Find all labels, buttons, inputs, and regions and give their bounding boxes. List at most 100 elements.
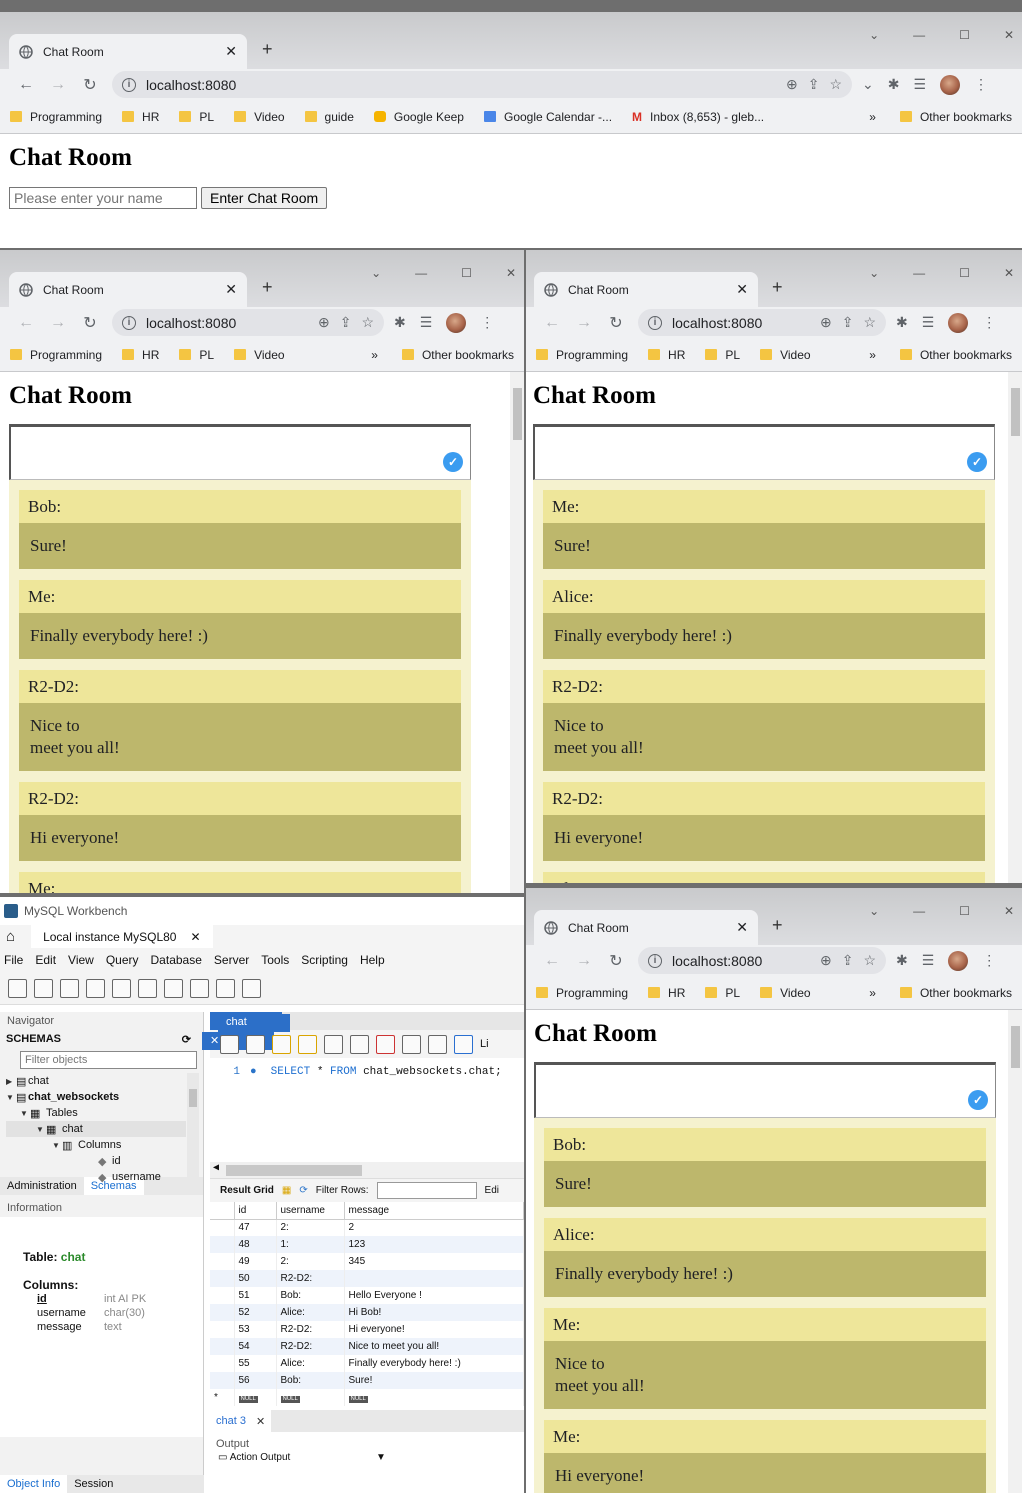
explain-icon[interactable]: [324, 1034, 343, 1054]
new-tab-button[interactable]: +: [262, 39, 273, 60]
new-tab-button[interactable]: +: [262, 277, 273, 298]
filter-rows-input[interactable]: [376, 1182, 477, 1199]
address-bar[interactable]: i localhost:8080 ⊕ ⇪ ☆: [638, 947, 886, 974]
forward-icon[interactable]: →: [568, 314, 600, 332]
menu-server[interactable]: Server: [210, 953, 257, 967]
minimize-button[interactable]: —: [913, 266, 925, 280]
new-tab-button[interactable]: +: [772, 915, 783, 936]
filter-objects-input[interactable]: Filter objects: [20, 1051, 197, 1069]
editor-hscrollbar[interactable]: ◀: [210, 1162, 524, 1178]
tree-item-id[interactable]: ◆ id: [6, 1153, 203, 1169]
reload-icon[interactable]: ↻: [74, 75, 106, 95]
table-row[interactable]: 51 Bob: Hello Everyone !: [210, 1287, 524, 1304]
result-grid-label[interactable]: Result Grid: [220, 1185, 274, 1196]
refresh-icon[interactable]: ⟳: [182, 1033, 191, 1046]
reading-list-icon[interactable]: ☰: [420, 314, 433, 331]
extensions-icon[interactable]: ✱: [896, 314, 908, 331]
browser-tab[interactable]: Chat Room ✕: [534, 272, 758, 307]
bookmark-pl[interactable]: PL: [179, 348, 214, 362]
share-icon[interactable]: ⇪: [842, 952, 854, 969]
table-row[interactable]: 48 1: 123: [210, 1236, 524, 1253]
forward-icon[interactable]: →: [42, 314, 74, 332]
extensions-icon[interactable]: ✱: [888, 76, 900, 93]
sql-tab-chat[interactable]: chat ✕: [202, 1012, 290, 1050]
bookmark-video[interactable]: Video: [234, 348, 285, 362]
other-bookmarks[interactable]: Other bookmarks: [401, 348, 514, 362]
close-tab-icon[interactable]: ✕: [736, 281, 748, 298]
menu-file[interactable]: File: [0, 953, 31, 967]
bookmark-programming[interactable]: Programming: [536, 348, 628, 362]
page-scrollbar[interactable]: [1008, 1010, 1022, 1493]
send-check-icon[interactable]: ✓: [968, 1090, 988, 1110]
new-tab-button[interactable]: +: [772, 277, 783, 298]
maximize-button[interactable]: ☐: [959, 904, 970, 918]
profile-avatar[interactable]: [948, 950, 969, 971]
zoom-icon[interactable]: ⊕: [786, 76, 798, 93]
execute-lightning-icon[interactable]: [272, 1034, 291, 1054]
close-tab-icon[interactable]: ✕: [190, 930, 200, 944]
chevron-down-icon[interactable]: ▼: [6, 1093, 16, 1102]
menu-scripting[interactable]: Scripting: [297, 953, 356, 967]
zoom-icon[interactable]: ⊕: [820, 314, 832, 331]
share-icon[interactable]: ⇪: [808, 76, 820, 93]
message-composer[interactable]: ✓: [9, 424, 471, 480]
chevron-down-icon[interactable]: ▼: [52, 1141, 62, 1150]
create-function-icon[interactable]: [190, 978, 209, 998]
close-window-button[interactable]: ✕: [1004, 904, 1014, 918]
address-bar[interactable]: i localhost:8080 ⊕ ⇪ ☆: [638, 309, 886, 336]
grid-view-icon[interactable]: ▦: [282, 1185, 291, 1196]
zoom-icon[interactable]: ⊕: [318, 314, 330, 331]
refresh-icon[interactable]: ⟳: [299, 1185, 307, 1196]
tree-item-tables[interactable]: ▼ ▦ Tables: [6, 1105, 203, 1121]
send-check-icon[interactable]: ✓: [967, 452, 987, 472]
tree-item-chat-table[interactable]: ▼ ▦ chat: [6, 1121, 186, 1137]
close-window-button[interactable]: ✕: [506, 266, 516, 280]
save-icon[interactable]: [246, 1034, 265, 1054]
table-row[interactable]: 52 Alice: Hi Bob!: [210, 1304, 524, 1321]
other-bookmarks[interactable]: Other bookmarks: [899, 110, 1012, 124]
table-row[interactable]: 56 Bob: Sure!: [210, 1372, 524, 1389]
toggle-error-icon[interactable]: [376, 1034, 395, 1054]
bookmark-hr[interactable]: HR: [122, 348, 159, 362]
menu-icon[interactable]: ⋮: [480, 314, 494, 331]
search-table-data-icon[interactable]: [216, 978, 235, 998]
edit-label[interactable]: Edi: [485, 1185, 499, 1196]
scroll-left-icon[interactable]: ◀: [210, 1163, 219, 1174]
scrollbar-thumb[interactable]: [513, 388, 522, 440]
menu-tools[interactable]: Tools: [257, 953, 297, 967]
chevron-right-icon[interactable]: ▶: [6, 1077, 16, 1086]
bookmark-hr[interactable]: HR: [122, 110, 159, 124]
new-row[interactable]: * NULL NULL NULL: [210, 1389, 524, 1406]
bookmark-video[interactable]: Video: [760, 986, 811, 1000]
bookmark-inbox[interactable]: M Inbox (8,653) - gleb...: [632, 110, 764, 124]
bookmark-pl[interactable]: PL: [705, 986, 740, 1000]
close-tab-icon[interactable]: ✕: [225, 281, 237, 298]
open-sql-script-icon[interactable]: [34, 978, 53, 998]
chevron-down-icon[interactable]: ▼: [36, 1125, 46, 1134]
chevron-down-icon[interactable]: ▼: [20, 1109, 30, 1118]
result-tab-chat3[interactable]: chat 3 ✕: [210, 1410, 272, 1432]
page-scrollbar[interactable]: [510, 372, 524, 893]
column-header-username[interactable]: username: [276, 1202, 345, 1220]
bookmarks-overflow[interactable]: »: [869, 348, 876, 362]
tree-item-chat-websockets[interactable]: ▼ ▤ chat_websockets: [6, 1089, 203, 1105]
menu-edit[interactable]: Edit: [31, 953, 64, 967]
home-icon[interactable]: ⌂: [6, 928, 15, 945]
browser-tab[interactable]: Chat Room ✕: [9, 272, 247, 307]
site-info-icon[interactable]: i: [122, 77, 136, 92]
bookmark-google-calendar[interactable]: Google Calendar -...: [483, 110, 612, 124]
reading-list-icon[interactable]: ☰: [913, 76, 926, 93]
close-tab-icon[interactable]: ✕: [736, 919, 748, 936]
inspector-icon[interactable]: [60, 978, 79, 998]
table-row[interactable]: 54 R2-D2: Nice to meet you all!: [210, 1338, 524, 1355]
stop-icon[interactable]: [350, 1034, 369, 1054]
forward-icon[interactable]: →: [42, 76, 74, 94]
forward-icon[interactable]: →: [568, 952, 600, 970]
chevron-down-icon[interactable]: ▼: [376, 1452, 386, 1462]
create-schema-icon[interactable]: [86, 978, 105, 998]
profile-avatar[interactable]: [948, 312, 969, 333]
bookmark-programming[interactable]: Programming: [536, 986, 628, 1000]
extensions-icon[interactable]: ✱: [896, 952, 908, 969]
maximize-button[interactable]: ☐: [959, 266, 970, 280]
tree-item-username[interactable]: ◆ username: [6, 1169, 203, 1185]
